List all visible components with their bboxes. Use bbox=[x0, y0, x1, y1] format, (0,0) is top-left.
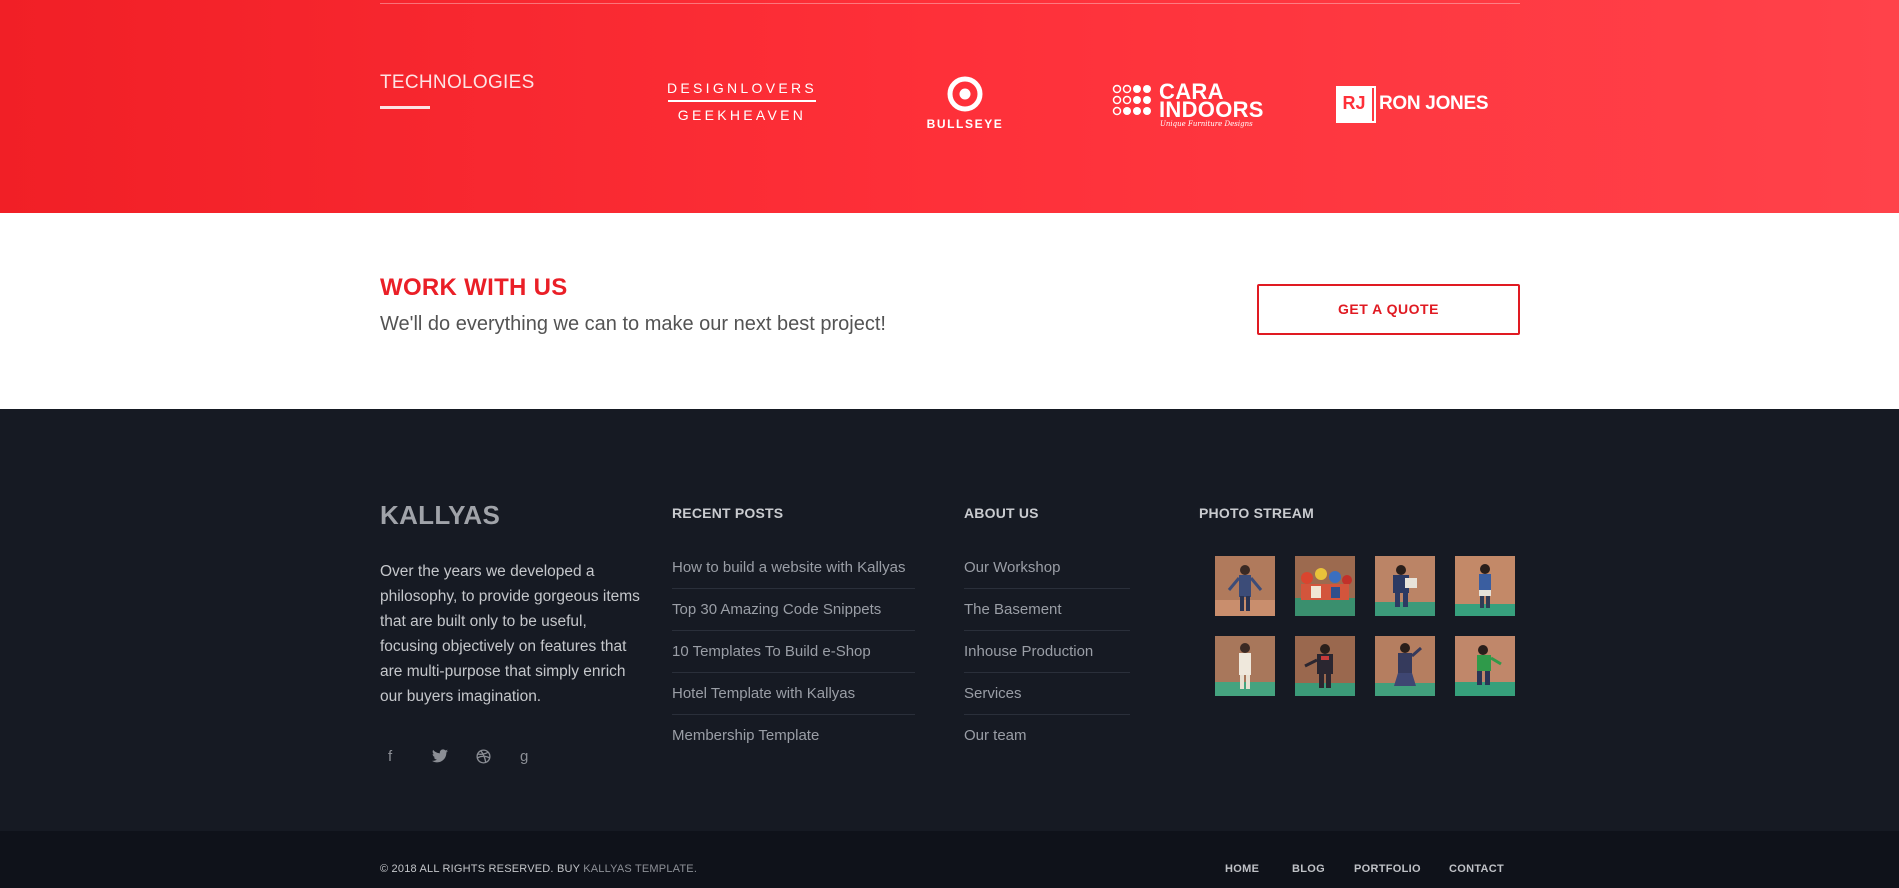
designlovers-logo[interactable]: DESIGNLOVERS GEEKHEAVEN bbox=[660, 80, 824, 123]
twitter-icon[interactable] bbox=[424, 744, 468, 768]
about-us-heading: ABOUT US bbox=[964, 505, 1039, 521]
bullseye-logo-label: BULLSEYE bbox=[926, 117, 1004, 131]
google-plus-icon[interactable]: g bbox=[512, 744, 556, 768]
about-link[interactable]: Inhouse Production bbox=[964, 631, 1130, 673]
technologies-title: TECHNOLOGIES bbox=[380, 72, 535, 93]
cara-indoors-logo[interactable]: CARA INDOORS Unique Furniture Designs bbox=[1112, 80, 1264, 128]
footer: KALLYAS Over the years we developed a ph… bbox=[0, 409, 1899, 831]
copyright-text: © 2018 ALL RIGHTS RESERVED. BUY KALLYAS … bbox=[380, 863, 697, 875]
facebook-icon[interactable]: f bbox=[380, 744, 424, 768]
bullseye-icon bbox=[947, 76, 983, 112]
bullseye-logo[interactable]: BULLSEYE bbox=[918, 76, 1012, 131]
title-underline bbox=[380, 106, 430, 109]
recent-posts-heading: RECENT POSTS bbox=[672, 505, 784, 521]
about-link[interactable]: The Basement bbox=[964, 589, 1130, 631]
kallyas-template-link[interactable]: KALLYAS TEMPLATE. bbox=[583, 863, 697, 875]
section-divider bbox=[380, 3, 1520, 4]
photo-stream-heading: PHOTO STREAM bbox=[1199, 505, 1314, 521]
dots-grid-icon bbox=[1112, 84, 1151, 116]
about-link[interactable]: Services bbox=[964, 673, 1130, 715]
recent-posts-list: How to build a website with Kallyas Top … bbox=[672, 547, 915, 757]
technologies-section: TECHNOLOGIES DESIGNLOVERS GEEKHEAVEN BUL… bbox=[0, 0, 1899, 213]
nav-home-link[interactable]: HOME bbox=[1225, 863, 1259, 875]
about-link[interactable]: Our team bbox=[964, 715, 1130, 757]
photo-thumbnail[interactable] bbox=[1455, 636, 1515, 696]
about-us-list: Our Workshop The Basement Inhouse Produc… bbox=[964, 547, 1130, 757]
photo-thumbnail[interactable] bbox=[1295, 556, 1355, 616]
bottom-bar: © 2018 ALL RIGHTS RESERVED. BUY KALLYAS … bbox=[0, 831, 1899, 888]
post-link[interactable]: Membership Template bbox=[672, 715, 915, 757]
footer-brand[interactable]: KALLYAS bbox=[380, 500, 500, 531]
post-link[interactable]: Top 30 Amazing Code Snippets bbox=[672, 589, 915, 631]
footer-about-text: Over the years we developed a philosophy… bbox=[380, 563, 640, 705]
cara-indoors-line2: INDOORS bbox=[1159, 97, 1264, 122]
photo-thumbnail[interactable] bbox=[1375, 636, 1435, 696]
designlovers-logo-line1: DESIGNLOVERS bbox=[666, 80, 818, 96]
post-link[interactable]: Hotel Template with Kallyas bbox=[672, 673, 915, 715]
photo-thumbnail[interactable] bbox=[1375, 556, 1435, 616]
nav-contact-link[interactable]: CONTACT bbox=[1449, 863, 1504, 875]
ron-jones-monogram: RJ bbox=[1336, 86, 1376, 123]
cara-indoors-tagline: Unique Furniture Designs bbox=[1160, 120, 1253, 128]
about-link[interactable]: Our Workshop bbox=[964, 547, 1130, 589]
get-a-quote-button[interactable]: GET A QUOTE bbox=[1257, 284, 1520, 335]
logo-rule bbox=[668, 100, 816, 102]
nav-portfolio-link[interactable]: PORTFOLIO bbox=[1354, 863, 1421, 875]
monogram-text: RJ bbox=[1336, 86, 1372, 121]
post-link[interactable]: 10 Templates To Build e-Shop bbox=[672, 631, 915, 673]
ron-jones-name: RON JONES bbox=[1379, 93, 1489, 114]
social-links: f g bbox=[380, 744, 556, 768]
photo-thumbnail[interactable] bbox=[1215, 556, 1275, 616]
work-with-us-section: WORK WITH US We'll do everything we can … bbox=[0, 213, 1899, 409]
copyright-label: © 2018 ALL RIGHTS RESERVED. BUY bbox=[380, 863, 580, 875]
nav-blog-link[interactable]: BLOG bbox=[1292, 863, 1325, 875]
work-title: WORK WITH US bbox=[380, 274, 568, 301]
dribbble-icon[interactable] bbox=[468, 744, 512, 768]
photo-thumbnail[interactable] bbox=[1215, 636, 1275, 696]
post-link[interactable]: How to build a website with Kallyas bbox=[672, 547, 915, 589]
photo-thumbnail[interactable] bbox=[1295, 636, 1355, 696]
designlovers-logo-line2: GEEKHEAVEN bbox=[677, 106, 807, 123]
photo-thumbnail[interactable] bbox=[1455, 556, 1515, 616]
work-subtitle: We'll do everything we can to make our n… bbox=[380, 313, 886, 335]
